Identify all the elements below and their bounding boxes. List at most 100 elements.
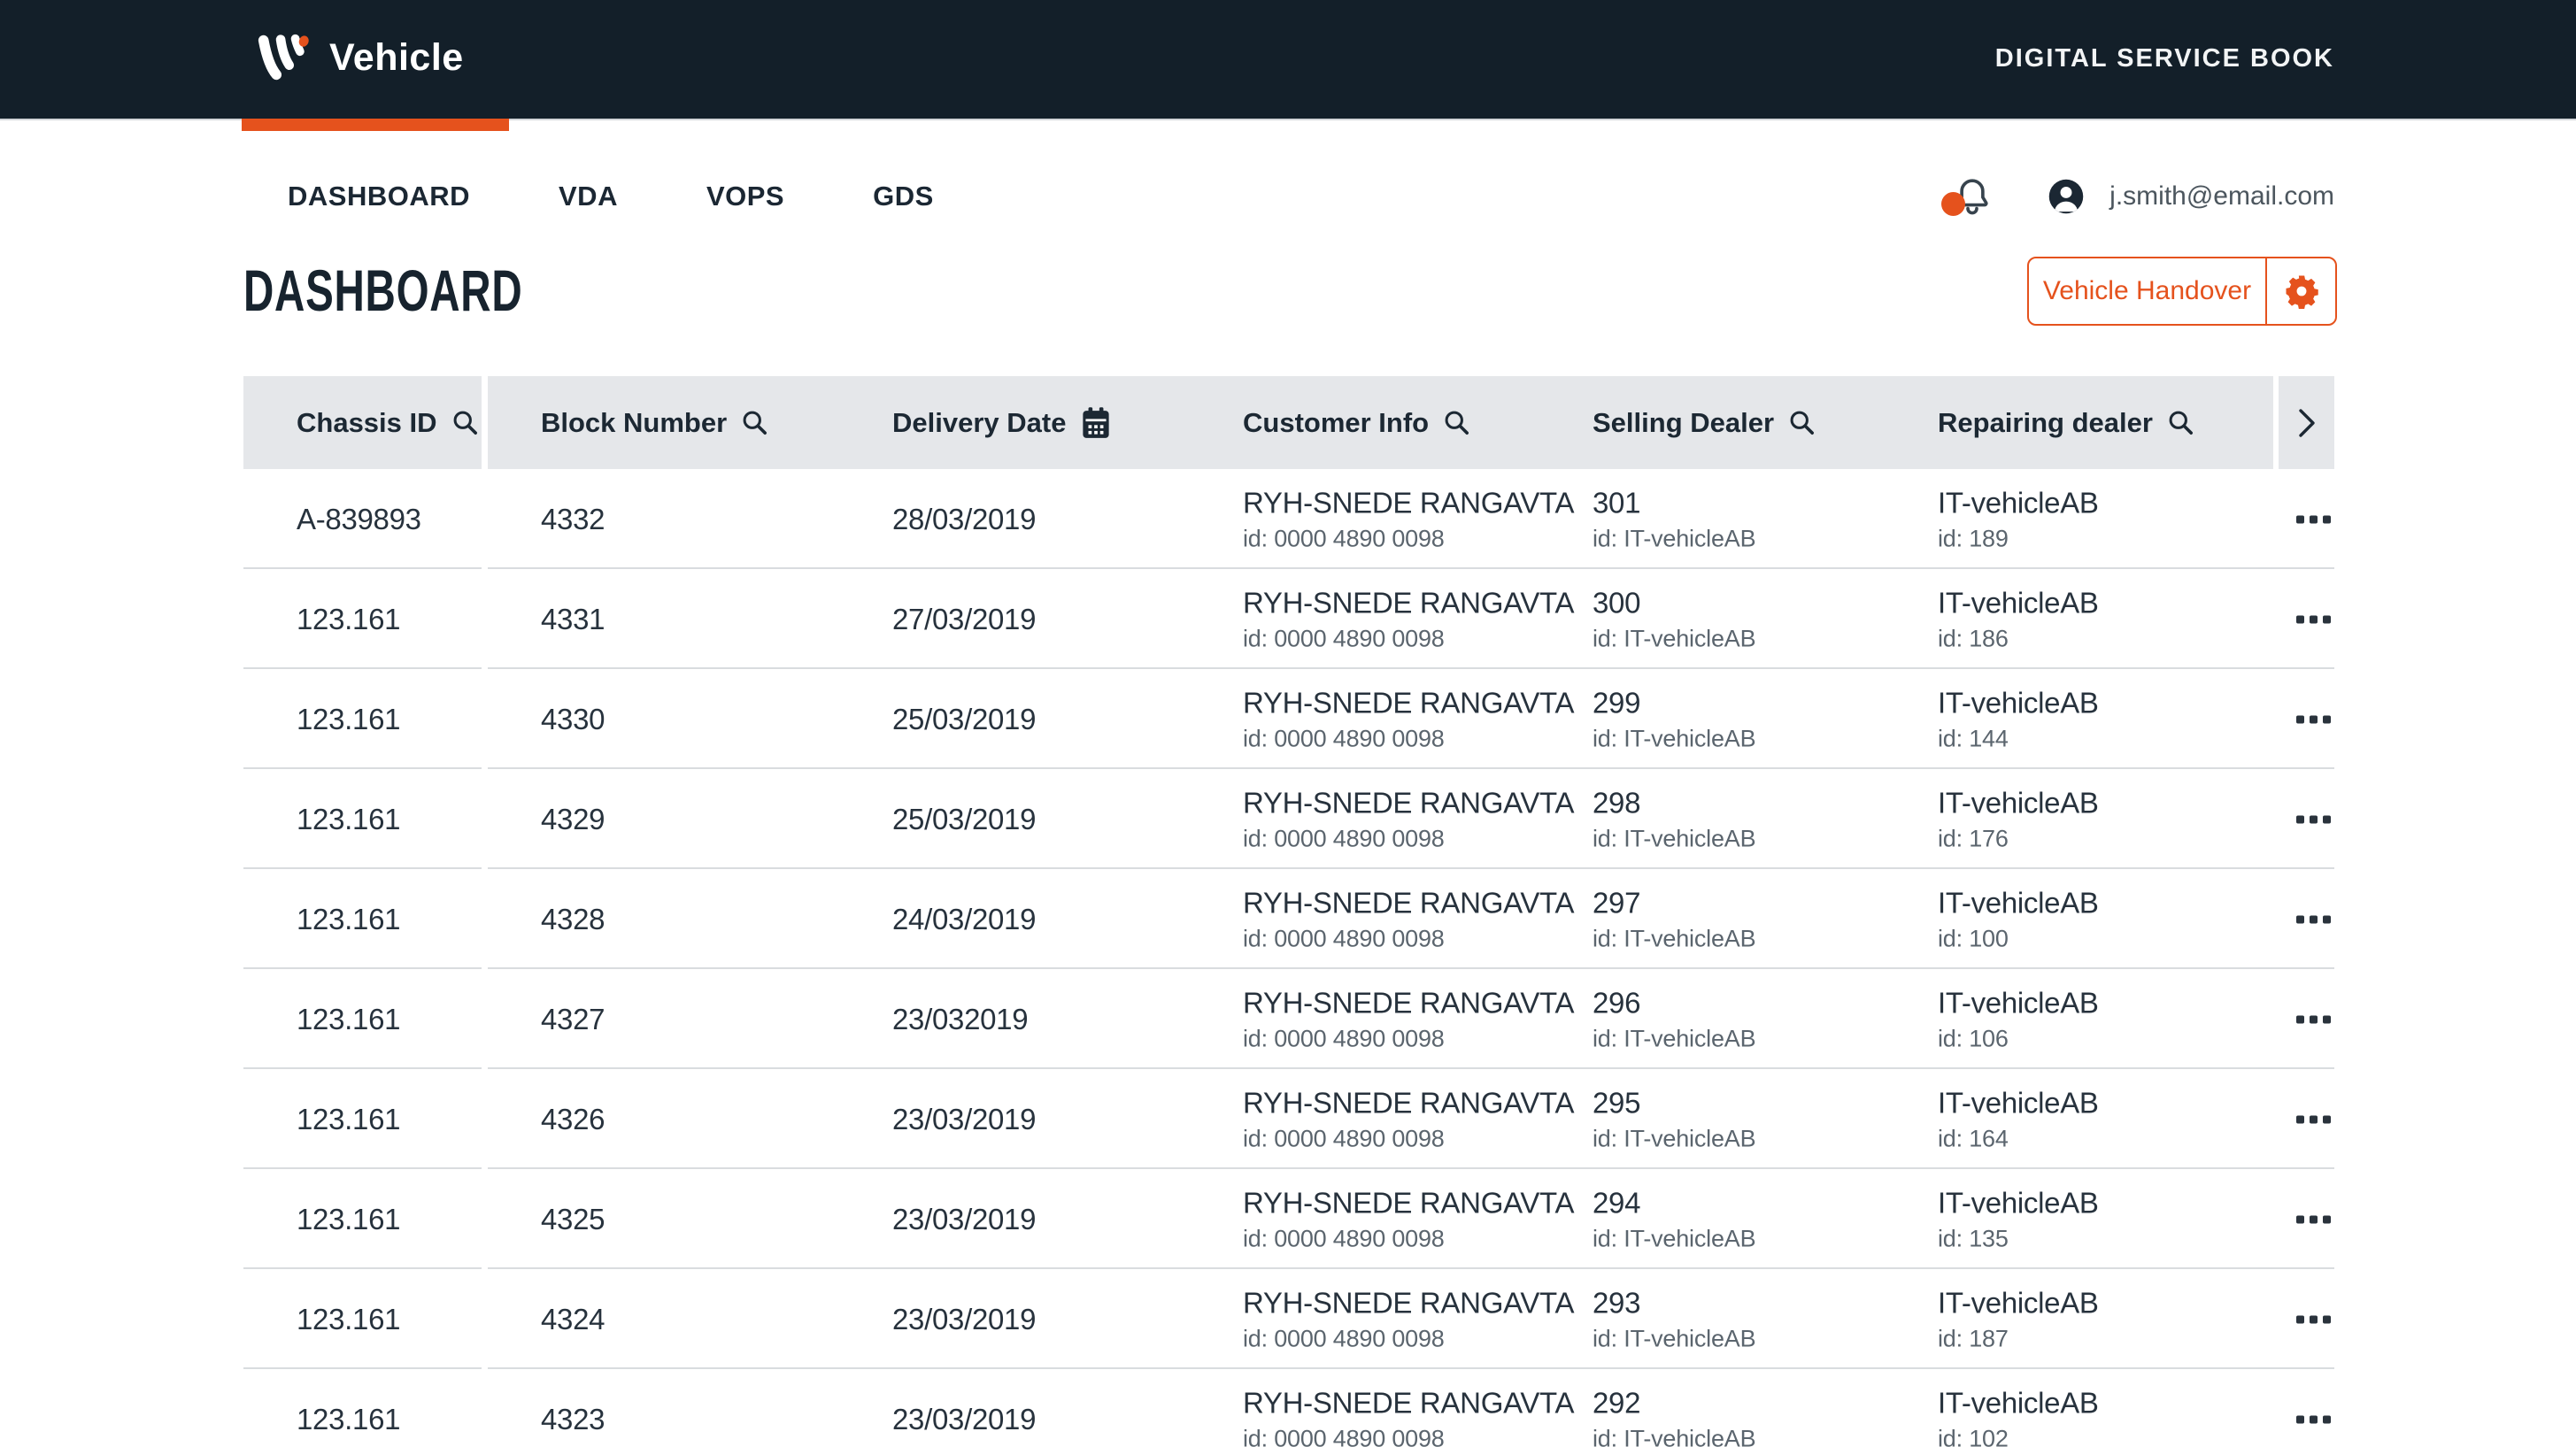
row-actions-button[interactable] (2293, 1206, 2334, 1232)
cell-delivery-date: 23/032019 (892, 1003, 1028, 1036)
vehicles-table: Chassis ID Block Number Delivery Date (243, 376, 2334, 1447)
row-actions-button[interactable] (2293, 1006, 2334, 1032)
ellipsis-icon (2296, 515, 2304, 523)
dashboard-page: Vehicle DIGITAL SERVICE BOOK DASHBOARD V… (0, 0, 2576, 1447)
column-header-chassis-id[interactable]: Chassis ID (297, 376, 480, 469)
cell-repairing-dealer: IT-vehicleAB id: 100 (1938, 886, 2099, 952)
column-header-customer-info[interactable]: Customer Info (1243, 376, 1471, 469)
ellipsis-icon (2296, 1315, 2304, 1323)
cell-selling-dealer: 295 id: IT-vehicleAB (1593, 1086, 1755, 1152)
cell-delivery-date: 23/03/2019 (892, 1203, 1036, 1236)
row-actions-button[interactable] (2293, 706, 2334, 732)
cell-delivery-date: 23/03/2019 (892, 1303, 1036, 1336)
app-header-bar: Vehicle DIGITAL SERVICE BOOK (0, 0, 2576, 119)
column-header-block-number[interactable]: Block Number (541, 376, 769, 469)
cell-customer-info: RYH-SNEDE RANGAVTA id: 0000 4890 0098 (1243, 1286, 1574, 1352)
table-row[interactable]: 123.161 4330 25/03/2019 RYH-SNEDE RANGAV… (243, 669, 2334, 769)
row-actions-button[interactable] (2293, 906, 2334, 932)
column-header-repairing-dealer[interactable]: Repairing dealer (1938, 376, 2195, 469)
cell-chassis-id: 123.161 (297, 1403, 400, 1436)
cell-customer-info: RYH-SNEDE RANGAVTA id: 0000 4890 0098 (1243, 686, 1574, 752)
row-actions-button[interactable] (2293, 506, 2334, 532)
cell-repairing-dealer: IT-vehicleAB id: 176 (1938, 786, 2099, 852)
ellipsis-icon (2296, 915, 2304, 923)
page-title: DASHBOARD (243, 257, 522, 324)
cell-repairing-dealer: IT-vehicleAB id: 187 (1938, 1286, 2099, 1352)
row-actions-button[interactable] (2293, 1106, 2334, 1132)
table-row[interactable]: 123.161 4328 24/03/2019 RYH-SNEDE RANGAV… (243, 869, 2334, 969)
user-email[interactable]: j.smith@email.com (2109, 181, 2334, 212)
nav-item-gds[interactable]: GDS (873, 170, 934, 223)
gear-icon (2283, 273, 2320, 310)
handover-settings-button[interactable] (2267, 258, 2335, 324)
row-actions-button[interactable] (2293, 806, 2334, 832)
table-row[interactable]: 123.161 4324 23/03/2019 RYH-SNEDE RANGAV… (243, 1269, 2334, 1369)
nav-item-vda[interactable]: VDA (559, 170, 618, 223)
table-row[interactable]: 123.161 4331 27/03/2019 RYH-SNEDE RANGAV… (243, 569, 2334, 669)
cell-delivery-date: 24/03/2019 (892, 903, 1036, 936)
search-icon (740, 408, 769, 437)
ellipsis-icon (2296, 1415, 2304, 1423)
ellipsis-icon (2296, 1215, 2304, 1223)
row-actions-button[interactable] (2293, 606, 2334, 632)
row-actions-button[interactable] (2293, 1406, 2334, 1432)
table-row[interactable]: 123.161 4326 23/03/2019 RYH-SNEDE RANGAV… (243, 1069, 2334, 1169)
table-row[interactable]: A-839893 4332 28/03/2019 RYH-SNEDE RANGA… (243, 469, 2334, 569)
cell-chassis-id: 123.161 (297, 603, 400, 636)
table-row[interactable]: 123.161 4327 23/032019 RYH-SNEDE RANGAVT… (243, 969, 2334, 1069)
ellipsis-icon (2296, 1115, 2304, 1123)
app-logo[interactable]: Vehicle (255, 32, 464, 83)
table-row[interactable]: 123.161 4329 25/03/2019 RYH-SNEDE RANGAV… (243, 769, 2334, 869)
cell-chassis-id: 123.161 (297, 903, 400, 936)
cell-chassis-id: 123.161 (297, 1003, 400, 1036)
nav-item-vops[interactable]: VOPS (706, 170, 784, 223)
cell-chassis-id: 123.161 (297, 803, 400, 836)
table-row[interactable]: 123.161 4323 23/03/2019 RYH-SNEDE RANGAV… (243, 1369, 2334, 1447)
cell-block-number: 4331 (541, 603, 605, 636)
row-actions-button[interactable] (2293, 1306, 2334, 1332)
cell-customer-info: RYH-SNEDE RANGAVTA id: 0000 4890 0098 (1243, 1386, 1574, 1447)
cell-block-number: 4324 (541, 1303, 605, 1336)
ellipsis-icon (2296, 815, 2304, 823)
cell-customer-info: RYH-SNEDE RANGAVTA id: 0000 4890 0098 (1243, 786, 1574, 852)
column-header-selling-dealer[interactable]: Selling Dealer (1593, 376, 1816, 469)
table-header-row: Chassis ID Block Number Delivery Date (243, 376, 2334, 469)
user-avatar-icon[interactable] (2048, 178, 2085, 215)
cell-customer-info: RYH-SNEDE RANGAVTA id: 0000 4890 0098 (1243, 986, 1574, 1052)
cell-selling-dealer: 299 id: IT-vehicleAB (1593, 686, 1755, 752)
column-header-delivery-date[interactable]: Delivery Date (892, 376, 1113, 469)
search-icon (2166, 408, 2195, 437)
notifications-button[interactable] (1952, 175, 1993, 218)
cell-selling-dealer: 298 id: IT-vehicleAB (1593, 786, 1755, 852)
cell-customer-info: RYH-SNEDE RANGAVTA id: 0000 4890 0098 (1243, 886, 1574, 952)
ellipsis-icon (2296, 615, 2304, 623)
cell-block-number: 4328 (541, 903, 605, 936)
nav-item-dashboard[interactable]: DASHBOARD (288, 170, 470, 223)
search-icon (1442, 408, 1471, 437)
cell-chassis-id: 123.161 (297, 1203, 400, 1236)
cell-chassis-id: 123.161 (297, 1103, 400, 1136)
cell-delivery-date: 23/03/2019 (892, 1403, 1036, 1436)
cell-block-number: 4329 (541, 803, 605, 836)
cell-customer-info: RYH-SNEDE RANGAVTA id: 0000 4890 0098 (1243, 486, 1574, 552)
cell-selling-dealer: 294 id: IT-vehicleAB (1593, 1186, 1755, 1252)
cell-chassis-id: 123.161 (297, 703, 400, 736)
cell-block-number: 4323 (541, 1403, 605, 1436)
user-area: j.smith@email.com (1952, 170, 2334, 223)
cell-block-number: 4325 (541, 1203, 605, 1236)
cell-selling-dealer: 293 id: IT-vehicleAB (1593, 1286, 1755, 1352)
cell-selling-dealer: 296 id: IT-vehicleAB (1593, 986, 1755, 1052)
cell-selling-dealer: 297 id: IT-vehicleAB (1593, 886, 1755, 952)
cell-repairing-dealer: IT-vehicleAB id: 135 (1938, 1186, 2099, 1252)
cell-block-number: 4326 (541, 1103, 605, 1136)
vehicle-handover-button-group: Vehicle Handover (2027, 257, 2337, 326)
table-row[interactable]: 123.161 4325 23/03/2019 RYH-SNEDE RANGAV… (243, 1169, 2334, 1269)
ellipsis-icon (2296, 715, 2304, 723)
search-icon (1787, 408, 1816, 437)
cell-selling-dealer: 292 id: IT-vehicleAB (1593, 1386, 1755, 1447)
vehicle-handover-button[interactable]: Vehicle Handover (2029, 258, 2265, 324)
table-body: A-839893 4332 28/03/2019 RYH-SNEDE RANGA… (243, 469, 2334, 1447)
cell-delivery-date: 25/03/2019 (892, 803, 1036, 836)
cell-customer-info: RYH-SNEDE RANGAVTA id: 0000 4890 0098 (1243, 1186, 1574, 1252)
scroll-columns-button[interactable] (2279, 376, 2334, 469)
